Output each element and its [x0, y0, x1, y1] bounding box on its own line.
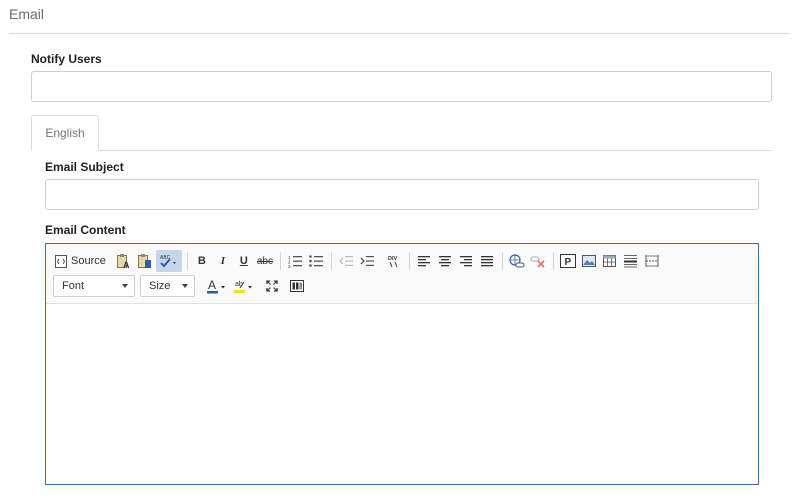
bold-button[interactable]: B [192, 250, 212, 272]
placeholder-icon: P [559, 254, 576, 268]
placeholder-button[interactable]: P [558, 250, 578, 272]
svg-text:P: P [564, 257, 571, 268]
bulleted-list-icon [309, 254, 323, 268]
numbered-list-button[interactable]: 123 [285, 250, 305, 272]
paste-word-button[interactable] [135, 250, 155, 272]
svg-text:ab: ab [235, 281, 243, 288]
align-left-icon [417, 255, 430, 267]
chevron-down-icon [182, 284, 188, 288]
align-center-icon [438, 255, 451, 267]
text-color-button[interactable]: A [204, 275, 230, 297]
image-icon [581, 255, 596, 267]
language-tabs: English [31, 115, 772, 151]
font-dropdown-label: Font [62, 280, 85, 292]
highlight-color-icon: ab [233, 278, 255, 294]
horizontal-rule-button[interactable] [621, 250, 641, 272]
source-button[interactable]: Source [53, 250, 108, 272]
indent-icon [360, 255, 374, 267]
email-subject-input[interactable] [45, 179, 759, 210]
numbered-list-icon: 123 [288, 254, 302, 268]
email-subject-label: Email Subject [45, 160, 124, 174]
spellcheck-icon: ABC [158, 253, 180, 269]
tab-english[interactable]: English [31, 115, 99, 151]
email-content-body[interactable] [46, 304, 758, 484]
align-right-button[interactable] [456, 250, 476, 272]
toolbar-row-2: Font Size A ab [53, 274, 308, 298]
email-content-label: Email Content [45, 223, 126, 237]
toolbar-separator [330, 252, 332, 270]
toolbar-separator [552, 252, 554, 270]
chevron-down-icon [122, 284, 128, 288]
source-icon [55, 254, 67, 268]
page-break-button[interactable] [642, 250, 662, 272]
toolbar-separator [279, 252, 281, 270]
toolbar-separator [186, 252, 188, 270]
link-button[interactable] [507, 250, 527, 272]
indent-button[interactable] [357, 250, 377, 272]
svg-text:A: A [208, 278, 216, 292]
paste-text-button[interactable]: A [114, 250, 134, 272]
div-container-icon: DIV [387, 254, 401, 268]
underline-button[interactable]: U [234, 250, 254, 272]
bulleted-list-button[interactable] [306, 250, 326, 272]
unlink-button[interactable] [528, 250, 548, 272]
table-button[interactable] [600, 250, 620, 272]
paste-word-icon [137, 253, 153, 269]
background-color-button[interactable]: ab [231, 275, 257, 297]
toolbar-separator [501, 252, 503, 270]
size-dropdown-label: Size [149, 280, 171, 292]
toolbar-row-1: Source A ABC B I U abc 1 2 3 DIV P [53, 249, 663, 273]
notify-users-input[interactable] [31, 71, 772, 102]
table-icon [603, 255, 617, 267]
text-color-icon: A [206, 278, 228, 294]
justify-icon [480, 255, 493, 267]
notify-users-label: Notify Users [31, 52, 102, 66]
page-break-icon [645, 254, 659, 268]
section-title: Email [9, 6, 45, 22]
maximize-button[interactable] [262, 275, 282, 297]
svg-text:3: 3 [288, 264, 291, 268]
show-blocks-icon [290, 280, 304, 292]
image-button[interactable] [579, 250, 599, 272]
justify-button[interactable] [477, 250, 497, 272]
unlink-icon [530, 254, 546, 268]
horizontal-rule-icon [624, 254, 638, 268]
svg-text:A: A [123, 260, 130, 269]
section-divider [9, 33, 790, 34]
create-div-button[interactable]: DIV [384, 250, 404, 272]
align-right-icon [459, 255, 472, 267]
align-left-button[interactable] [414, 250, 434, 272]
outdent-button[interactable] [336, 250, 356, 272]
source-label: Source [71, 255, 106, 267]
font-dropdown[interactable]: Font [53, 275, 135, 297]
paste-text-icon: A [116, 253, 132, 269]
show-blocks-button[interactable] [287, 275, 307, 297]
size-dropdown[interactable]: Size [140, 275, 195, 297]
email-content-editor: Source A ABC B I U abc 1 2 3 DIV P Font … [45, 243, 759, 485]
svg-text:DIV: DIV [388, 256, 398, 262]
maximize-icon [266, 280, 278, 292]
spellcheck-button[interactable]: ABC [155, 250, 182, 272]
align-center-button[interactable] [435, 250, 455, 272]
outdent-icon [339, 255, 353, 267]
link-icon [509, 254, 525, 268]
toolbar-separator [408, 252, 410, 270]
strikethrough-button[interactable]: abc [255, 250, 275, 272]
editor-toolbar: Source A ABC B I U abc 1 2 3 DIV P Font … [46, 244, 758, 304]
italic-button[interactable]: I [213, 250, 233, 272]
